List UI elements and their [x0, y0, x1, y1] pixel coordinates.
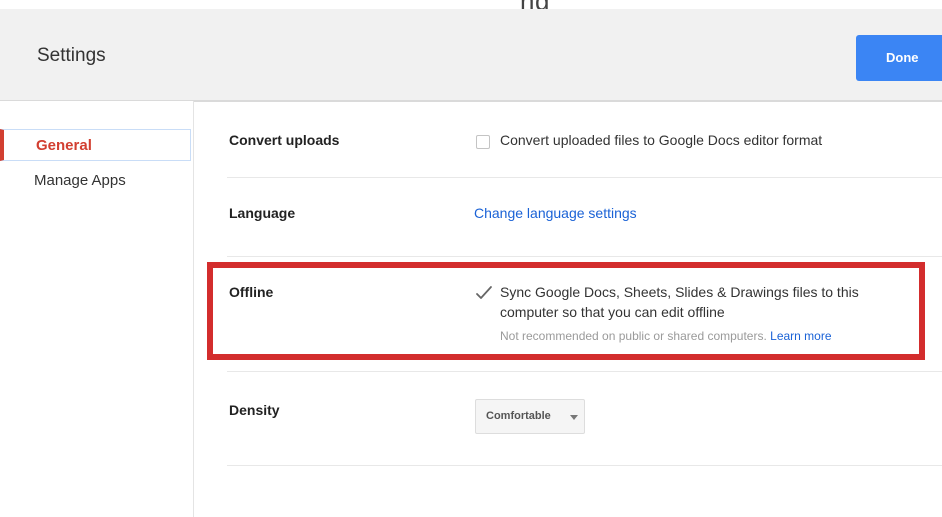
sidebar-item-manage-apps[interactable]: Manage Apps [0, 165, 191, 197]
density-selected-value: Comfortable [486, 410, 551, 422]
row-divider [227, 371, 942, 372]
language-label: Language [229, 205, 296, 221]
offline-highlight-annotation [207, 262, 925, 360]
settings-dialog: ng Settings Done General Manage Apps Con… [0, 0, 942, 517]
settings-header: Settings Done [0, 9, 942, 102]
row-divider [227, 256, 942, 257]
row-divider [227, 177, 942, 178]
density-dropdown[interactable]: Comfortable [475, 399, 585, 434]
convert-uploads-checkbox[interactable] [476, 135, 490, 149]
done-button[interactable]: Done [856, 35, 942, 81]
sidebar-item-label: Manage Apps [34, 172, 126, 189]
convert-uploads-label: Convert uploads [229, 132, 340, 148]
settings-sidebar: General Manage Apps [0, 101, 194, 517]
row-divider [227, 465, 942, 466]
convert-uploads-option-text: Convert uploaded files to Google Docs ed… [500, 132, 823, 148]
dropdown-caret-icon [570, 415, 578, 420]
sidebar-item-general[interactable]: General [0, 129, 191, 161]
change-language-link[interactable]: Change language settings [474, 205, 637, 221]
sidebar-item-label: General [36, 137, 92, 154]
density-label: Density [229, 402, 280, 418]
page-title: Settings [37, 45, 106, 66]
